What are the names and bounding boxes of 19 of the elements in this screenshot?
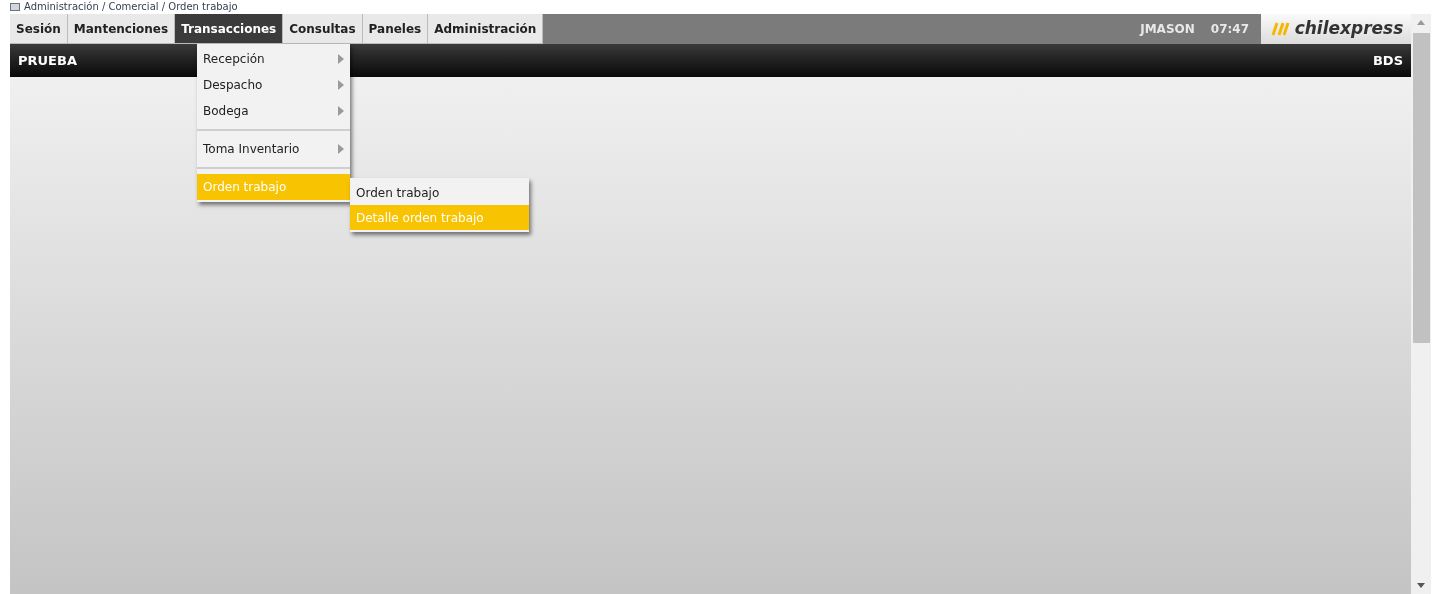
menu-tab[interactable]: Sesión	[10, 14, 68, 43]
menu-item[interactable]: Toma Inventario	[197, 136, 350, 162]
header-label: BDS	[1372, 51, 1403, 70]
scroll-up-icon[interactable]	[1417, 20, 1425, 25]
menu-item[interactable]: Recepción	[197, 46, 350, 72]
menu-tab[interactable]: Paneles	[362, 14, 429, 43]
menu-item[interactable]: Bodega	[197, 98, 350, 124]
breadcrumb: Administración / Comercial / Orden trabajo	[24, 1, 238, 13]
scroll-down-icon[interactable]	[1417, 583, 1425, 588]
menu-item[interactable]: Despacho	[197, 72, 350, 98]
menu-item[interactable]: Orden trabajo	[350, 180, 529, 205]
user-name: JMASON	[1140, 21, 1195, 38]
clock-time: 07:47	[1210, 21, 1249, 38]
logo: chilexpress	[1261, 14, 1411, 44]
scrollbar-thumb[interactable]	[1412, 33, 1430, 343]
header-title: PRUEBA	[18, 51, 77, 70]
breadcrumb-icon	[10, 3, 20, 11]
menu-tab[interactable]: Consultas	[283, 14, 363, 43]
menu-tab[interactable]: Transacciones	[175, 14, 284, 43]
